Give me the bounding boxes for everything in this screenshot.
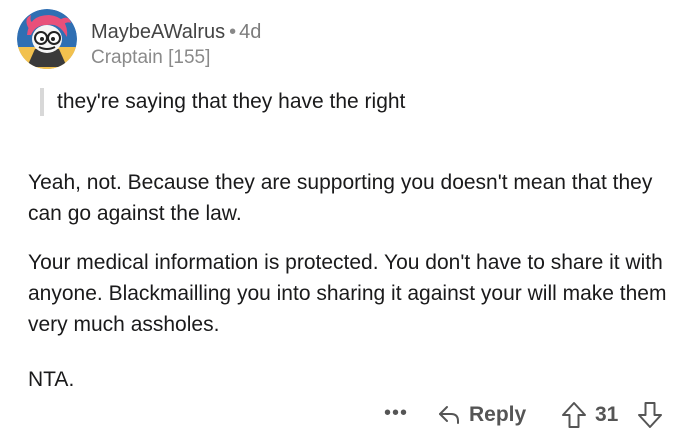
downvote-button[interactable] bbox=[637, 401, 663, 429]
comment-action-bar: ••• Reply 31 bbox=[0, 398, 700, 432]
comment: MaybeAWalrus • 4d Craptain [155] they're s… bbox=[0, 0, 700, 440]
more-options-button[interactable]: ••• bbox=[382, 398, 410, 432]
quoted-text: they're saying that they have the right bbox=[40, 88, 405, 116]
upvote-arrow-icon bbox=[562, 402, 586, 428]
comment-age: 4d bbox=[239, 21, 262, 43]
avatar-image bbox=[17, 9, 77, 69]
separator-dot: • bbox=[229, 21, 237, 43]
reply-button[interactable]: Reply bbox=[437, 398, 526, 432]
reply-arrow-icon bbox=[439, 406, 459, 424]
comment-paragraph: NTA. bbox=[28, 368, 75, 391]
comment-paragraph: Yeah, not. Because they are supporting y… bbox=[28, 171, 653, 225]
vote-score: 31 bbox=[595, 403, 619, 426]
downvote-arrow-icon bbox=[638, 402, 662, 428]
author-username[interactable]: MaybeAWalrus bbox=[91, 21, 225, 43]
user-avatar[interactable] bbox=[17, 9, 77, 69]
comment-paragraph: Your medical information is protected. Y… bbox=[28, 251, 667, 336]
user-flair: Craptain [155] bbox=[91, 47, 211, 68]
reply-label: Reply bbox=[469, 403, 527, 426]
upvote-button[interactable] bbox=[561, 401, 587, 429]
comment-author-line: MaybeAWalrus • 4d bbox=[91, 20, 261, 44]
